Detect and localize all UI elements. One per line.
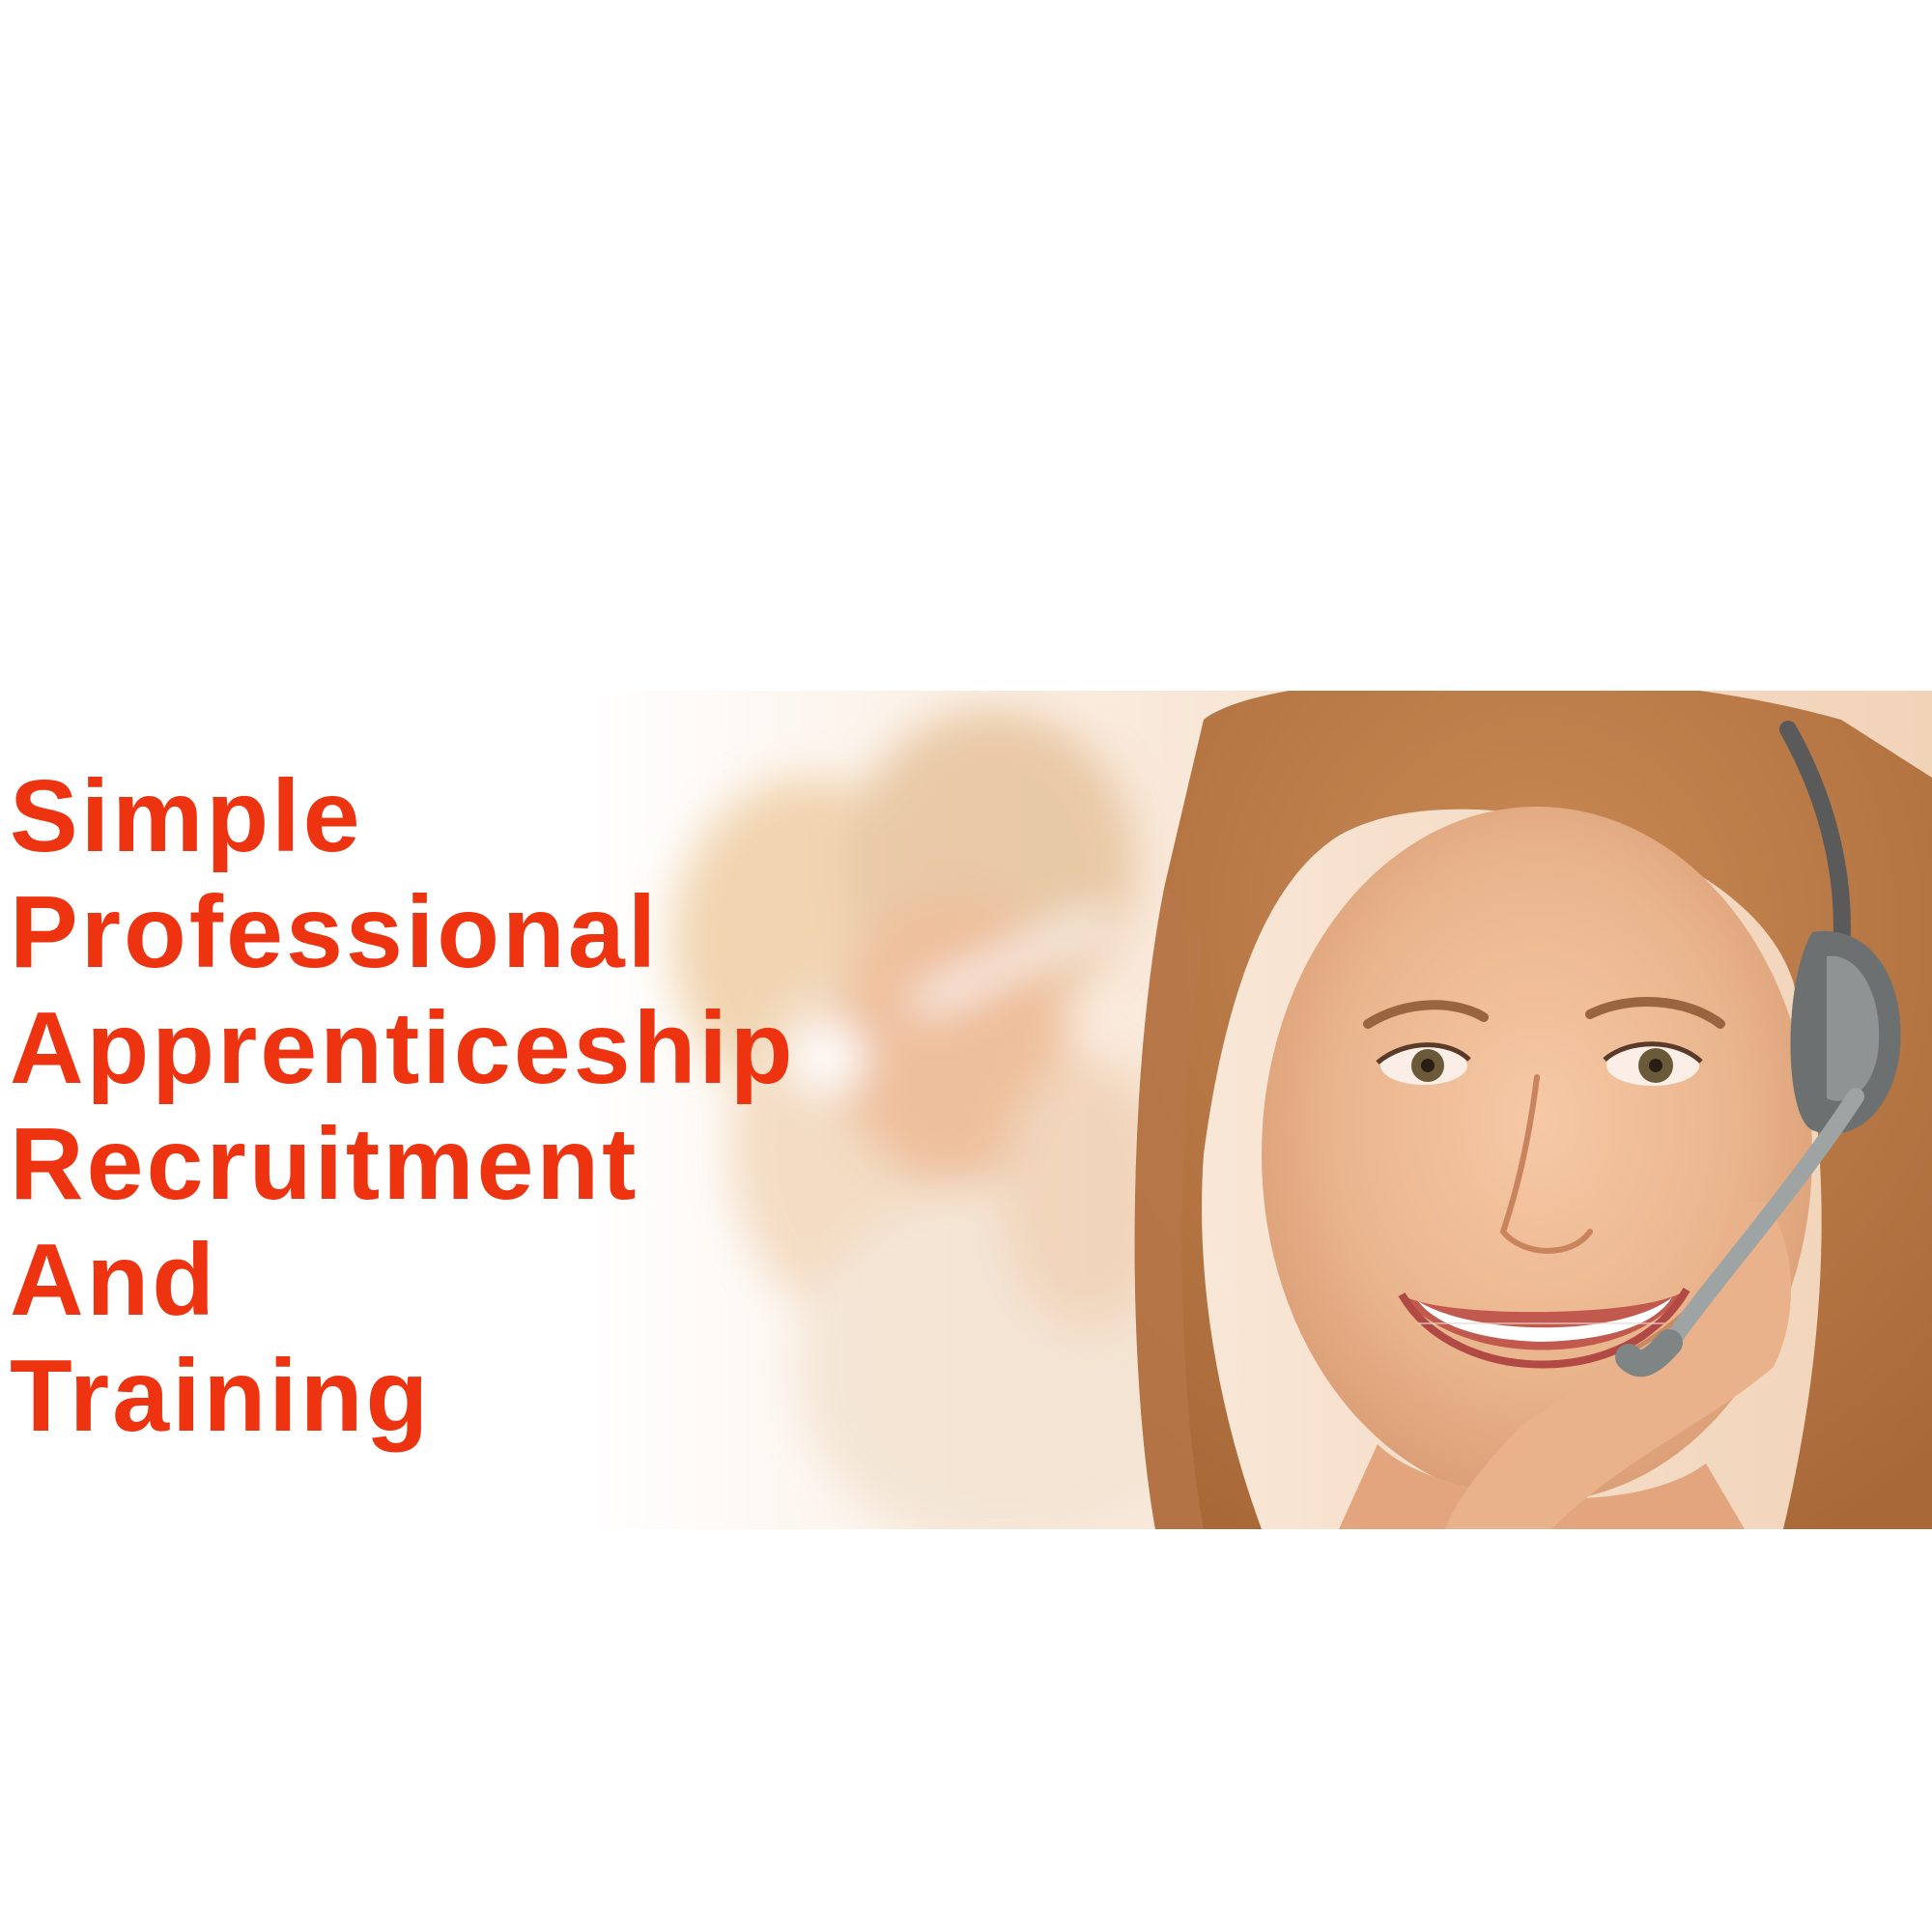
headline-line-recruitment: Recruitment	[10, 1107, 639, 1221]
headline-line-and: And	[10, 1223, 218, 1337]
headline-line-apprenticeship: Apprenticeship	[10, 991, 796, 1105]
headline-line-professional: Professional	[10, 875, 660, 989]
headline-line-simple: Simple	[10, 759, 363, 873]
page: { "colors": { "headline": "#ee3311", "ba…	[0, 0, 1932, 1932]
headline: Simple Professional Apprenticeship Recru…	[10, 758, 796, 1454]
headline-line-training: Training	[10, 1339, 432, 1453]
